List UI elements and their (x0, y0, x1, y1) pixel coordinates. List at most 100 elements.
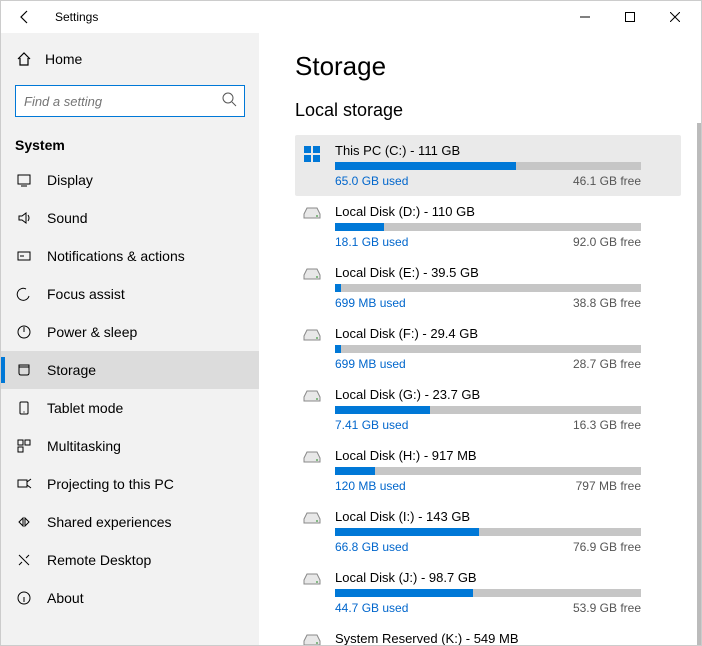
nav-icon (15, 552, 33, 568)
sidebar-item-shared-experiences[interactable]: Shared experiences (1, 503, 259, 541)
sidebar-item-label: About (47, 590, 84, 606)
disk-drive-icon (301, 511, 323, 525)
drive-name: System Reserved (K:) - 549 MB (335, 631, 675, 645)
drive-used: 65.0 GB used (335, 174, 408, 188)
sidebar-item-label: Projecting to this PC (47, 476, 174, 492)
drive-used: 699 MB used (335, 296, 406, 310)
disk-drive-icon (301, 633, 323, 645)
drive-row[interactable]: System Reserved (K:) - 549 MB32.2 MB use… (295, 623, 681, 645)
back-button[interactable] (13, 5, 37, 29)
drive-row[interactable]: Local Disk (J:) - 98.7 GB 44.7 GB used 53.… (295, 562, 681, 623)
drive-free: 46.1 GB free (573, 174, 641, 188)
disk-drive-icon (301, 572, 323, 586)
page-title: Storage (295, 51, 681, 82)
drive-row[interactable]: Local Disk (D:) - 110 GB 18.1 GB used 92.0… (295, 196, 681, 257)
search-icon (221, 91, 237, 107)
nav-icon (15, 248, 33, 264)
drive-row[interactable]: Local Disk (I:) - 143 GB 66.8 GB used 76.9… (295, 501, 681, 562)
nav-icon (15, 590, 33, 606)
disk-drive-icon (301, 450, 323, 464)
disk-drive-icon (301, 267, 323, 281)
sidebar-home-label: Home (45, 51, 82, 67)
usage-bar (335, 345, 641, 353)
nav-icon (15, 476, 33, 492)
drive-free: 16.3 GB free (573, 418, 641, 432)
usage-bar (335, 406, 641, 414)
drive-used: 120 MB used (335, 479, 406, 493)
nav-icon (15, 172, 33, 188)
main-content: Storage Local storage This PC (C:) - 111… (259, 33, 701, 645)
disk-drive-icon (301, 328, 323, 342)
sidebar-item-sound[interactable]: Sound (1, 199, 259, 237)
sidebar-item-multitasking[interactable]: Multitasking (1, 427, 259, 465)
drive-name: Local Disk (D:) - 110 GB (335, 204, 675, 219)
drives-list: This PC (C:) - 111 GB 65.0 GB used 46.1 GB… (295, 135, 681, 645)
drive-name: This PC (C:) - 111 GB (335, 143, 675, 158)
sidebar-item-label: Remote Desktop (47, 552, 151, 568)
nav-icon (15, 400, 33, 416)
drive-name: Local Disk (E:) - 39.5 GB (335, 265, 675, 280)
sidebar-item-tablet-mode[interactable]: Tablet mode (1, 389, 259, 427)
sidebar-item-label: Display (47, 172, 93, 188)
sidebar-item-label: Storage (47, 362, 96, 378)
nav-icon (15, 210, 33, 226)
sidebar-item-label: Shared experiences (47, 514, 172, 530)
window-title: Settings (55, 10, 98, 24)
drive-row[interactable]: This PC (C:) - 111 GB 65.0 GB used 46.1 GB… (295, 135, 681, 196)
sidebar-item-label: Multitasking (47, 438, 121, 454)
sidebar-item-storage[interactable]: Storage (1, 351, 259, 389)
sidebar-item-label: Tablet mode (47, 400, 123, 416)
drive-name: Local Disk (G:) - 23.7 GB (335, 387, 675, 402)
drive-free: 28.7 GB free (573, 357, 641, 371)
search-input[interactable] (15, 85, 245, 117)
sidebar-item-display[interactable]: Display (1, 161, 259, 199)
drive-free: 76.9 GB free (573, 540, 641, 554)
drive-used: 699 MB used (335, 357, 406, 371)
sidebar-category: System (1, 131, 259, 161)
usage-bar (335, 223, 641, 231)
disk-drive-icon (301, 389, 323, 403)
usage-bar (335, 467, 641, 475)
sidebar-item-focus-assist[interactable]: Focus assist (1, 275, 259, 313)
sidebar: Home System Display Sound Notifications & … (1, 33, 259, 645)
nav-icon (15, 514, 33, 530)
sidebar-item-projecting-to-this-pc[interactable]: Projecting to this PC (1, 465, 259, 503)
drive-name: Local Disk (H:) - 917 MB (335, 448, 675, 463)
sidebar-item-about[interactable]: About (1, 579, 259, 617)
drive-row[interactable]: Local Disk (G:) - 23.7 GB 7.41 GB used 16.… (295, 379, 681, 440)
sidebar-item-notifications-actions[interactable]: Notifications & actions (1, 237, 259, 275)
drive-row[interactable]: Local Disk (F:) - 29.4 GB699 MB used28.7… (295, 318, 681, 379)
sidebar-home[interactable]: Home (1, 43, 259, 75)
title-bar: Settings (1, 1, 701, 33)
maximize-button[interactable] (607, 3, 652, 31)
drive-used: 66.8 GB used (335, 540, 408, 554)
minimize-button[interactable] (562, 3, 607, 31)
sidebar-item-power-sleep[interactable]: Power & sleep (1, 313, 259, 351)
drive-used: 44.7 GB used (335, 601, 408, 615)
drive-name: Local Disk (J:) - 98.7 GB (335, 570, 675, 585)
drive-used: 7.41 GB used (335, 418, 408, 432)
drive-row[interactable]: Local Disk (H:) - 917 MB120 MB used797 M… (295, 440, 681, 501)
usage-bar (335, 528, 641, 536)
sidebar-item-label: Focus assist (47, 286, 125, 302)
nav-icon (15, 438, 33, 454)
sidebar-item-label: Sound (47, 210, 87, 226)
drive-free: 92.0 GB free (573, 235, 641, 249)
drive-row[interactable]: Local Disk (E:) - 39.5 GB 699 MB used 38.8… (295, 257, 681, 318)
section-header-local-storage: Local storage (295, 100, 681, 121)
sidebar-item-label: Power & sleep (47, 324, 137, 340)
drive-used: 18.1 GB used (335, 235, 408, 249)
nav-icon (15, 324, 33, 340)
usage-bar (335, 162, 641, 170)
drive-free: 38.8 GB free (573, 296, 641, 310)
nav-icon (15, 286, 33, 302)
drive-name: Local Disk (I:) - 143 GB (335, 509, 675, 524)
home-icon (15, 51, 33, 67)
sidebar-item-remote-desktop[interactable]: Remote Desktop (1, 541, 259, 579)
usage-bar (335, 589, 641, 597)
close-button[interactable] (652, 3, 697, 31)
disk-drive-icon (301, 206, 323, 220)
usage-bar (335, 284, 641, 292)
drive-free: 53.9 GB free (573, 601, 641, 615)
scrollbar[interactable] (697, 123, 701, 645)
